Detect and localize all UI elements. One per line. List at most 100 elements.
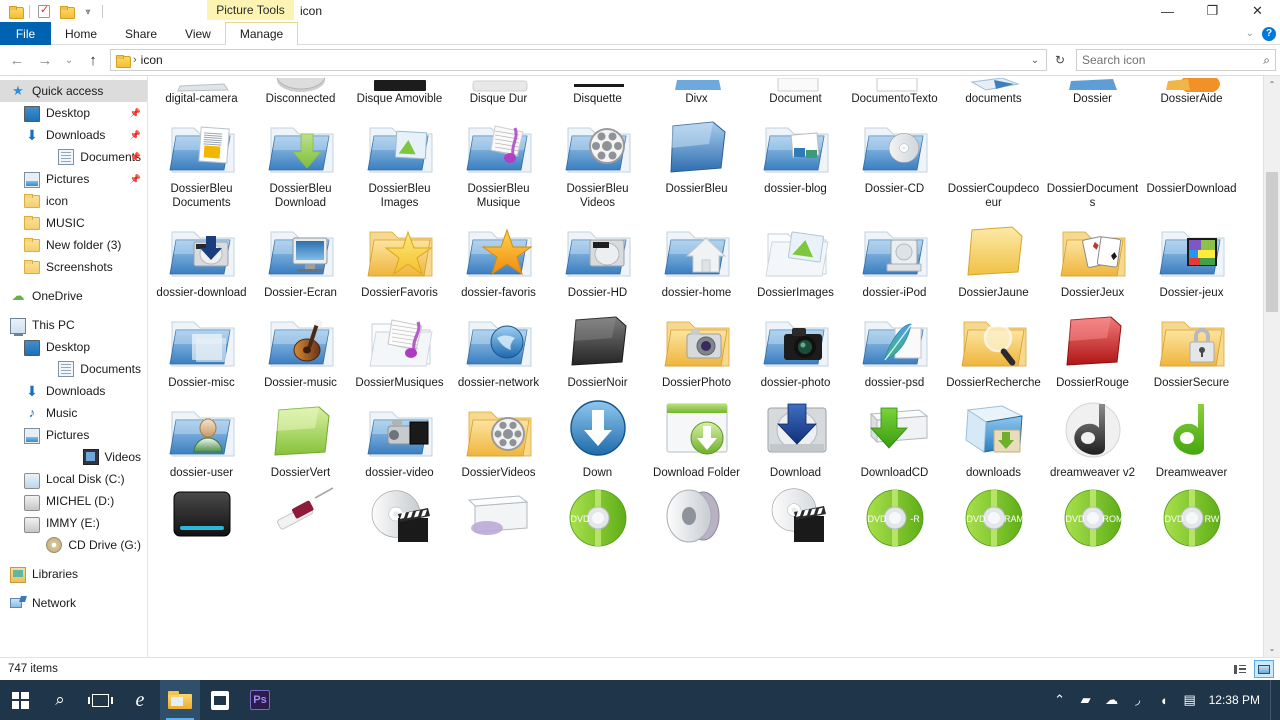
- file-item[interactable]: DossierDocuments: [1043, 106, 1142, 210]
- file-item[interactable]: Disque Dur: [449, 78, 548, 106]
- file-item[interactable]: dossier-user: [152, 390, 251, 480]
- sidebar-item-this-pc[interactable]: This PC: [0, 314, 147, 336]
- file-item[interactable]: [251, 480, 350, 575]
- file-item[interactable]: Download: [746, 390, 845, 480]
- pin-icon[interactable]: 📌: [130, 130, 141, 141]
- sidebar-item-local-disk-c[interactable]: Local Disk (C:): [0, 468, 147, 490]
- search-input[interactable]: Search icon: [1082, 53, 1263, 67]
- file-item[interactable]: dossier-home: [647, 210, 746, 300]
- store-button[interactable]: [200, 680, 240, 720]
- file-item[interactable]: DossierAide: [1142, 78, 1241, 106]
- sidebar-item-network[interactable]: Network: [0, 592, 147, 614]
- vertical-scrollbar[interactable]: ⌃ ⌄: [1263, 76, 1280, 657]
- tab-manage[interactable]: Manage: [225, 22, 298, 45]
- collapse-ribbon-caret-icon[interactable]: ⌄: [1246, 28, 1254, 39]
- file-explorer-button[interactable]: [160, 680, 200, 720]
- show-desktop-button[interactable]: [1270, 680, 1276, 720]
- search-box[interactable]: Search icon ⌕: [1076, 49, 1276, 71]
- tab-home[interactable]: Home: [51, 22, 111, 45]
- file-item[interactable]: Dossier-jeux: [1142, 210, 1241, 300]
- file-item[interactable]: DossierBleu Download: [251, 106, 350, 210]
- file-item[interactable]: [746, 480, 845, 575]
- file-item[interactable]: DossierBleu Videos: [548, 106, 647, 210]
- file-item[interactable]: DossierDownload: [1142, 106, 1241, 210]
- file-list-pane[interactable]: digital-cameraDisconnectedDisque Amovibl…: [148, 76, 1280, 657]
- action-center-icon[interactable]: ▤: [1177, 680, 1203, 720]
- file-item[interactable]: dossier-video: [350, 390, 449, 480]
- file-item[interactable]: DVDRW: [1142, 480, 1241, 575]
- file-item[interactable]: DossierJeux: [1043, 210, 1142, 300]
- sidebar-item-pictures[interactable]: Pictures: [0, 424, 147, 446]
- file-item[interactable]: DossierImages: [746, 210, 845, 300]
- qat-customize-caret-icon[interactable]: ⩔: [77, 1, 99, 21]
- forward-button[interactable]: →: [32, 47, 58, 73]
- pin-icon[interactable]: 📌: [130, 174, 141, 185]
- qat-properties-icon[interactable]: [33, 1, 55, 21]
- onedrive-icon[interactable]: ☁: [1099, 680, 1125, 720]
- file-item[interactable]: Disconnected: [251, 78, 350, 106]
- sidebar-item-downloads[interactable]: ⬇Downloads: [0, 380, 147, 402]
- file-item[interactable]: Dossier-HD: [548, 210, 647, 300]
- file-item[interactable]: DossierBleu Images: [350, 106, 449, 210]
- file-item[interactable]: DocumentoTexto: [845, 78, 944, 106]
- file-item[interactable]: DossierVert: [251, 390, 350, 480]
- file-item[interactable]: DossierBleu: [647, 106, 746, 210]
- wifi-icon[interactable]: ◞: [1125, 680, 1151, 720]
- recent-locations-button[interactable]: ⌄: [60, 47, 78, 73]
- scroll-down-button[interactable]: ⌄: [1264, 640, 1280, 657]
- file-item[interactable]: dossier-download: [152, 210, 251, 300]
- file-item[interactable]: dossier-favoris: [449, 210, 548, 300]
- file-item[interactable]: DossierJaune: [944, 210, 1043, 300]
- photoshop-button[interactable]: Ps: [240, 680, 280, 720]
- sidebar-item-videos[interactable]: Videos: [0, 446, 147, 468]
- sidebar-item-desktop[interactable]: Desktop📌: [0, 102, 147, 124]
- file-item[interactable]: Disque Amovible: [350, 78, 449, 106]
- file-item[interactable]: DossierRecherche: [944, 300, 1043, 390]
- scroll-up-button[interactable]: ⌃: [1264, 76, 1280, 93]
- sidebar-item-immy-e[interactable]: IMMY (E:): [0, 512, 147, 534]
- file-item[interactable]: [449, 480, 548, 575]
- file-item[interactable]: [350, 480, 449, 575]
- file-item[interactable]: Dossier-Ecran: [251, 210, 350, 300]
- qat-folder-icon[interactable]: [4, 1, 26, 21]
- file-item[interactable]: downloads: [944, 390, 1043, 480]
- sidebar-item-downloads[interactable]: ⬇Downloads📌: [0, 124, 147, 146]
- file-item[interactable]: Document: [746, 78, 845, 106]
- maximize-button[interactable]: ❐: [1190, 0, 1235, 22]
- file-item[interactable]: DossierNoir: [548, 300, 647, 390]
- breadcrumb-current[interactable]: icon: [141, 53, 163, 67]
- minimize-button[interactable]: —: [1145, 0, 1190, 22]
- tab-file[interactable]: File: [0, 22, 51, 45]
- file-item[interactable]: DossierMusiques: [350, 300, 449, 390]
- clock[interactable]: 12:38 PM: [1203, 680, 1270, 720]
- file-item[interactable]: DossierPhoto: [647, 300, 746, 390]
- sidebar-item-screenshots[interactable]: Screenshots: [0, 256, 147, 278]
- file-item[interactable]: digital-camera: [152, 78, 251, 106]
- sidebar-item-icon[interactable]: icon: [0, 190, 147, 212]
- file-item[interactable]: dossier-blog: [746, 106, 845, 210]
- close-button[interactable]: ✕: [1235, 0, 1280, 22]
- up-button[interactable]: ↑: [80, 47, 106, 73]
- pin-icon[interactable]: 📌: [130, 152, 141, 163]
- task-view-button[interactable]: [80, 680, 120, 720]
- file-item[interactable]: dossier-iPod: [845, 210, 944, 300]
- file-item[interactable]: DownloadCD: [845, 390, 944, 480]
- file-item[interactable]: DossierSecure: [1142, 300, 1241, 390]
- sidebar-item-pictures[interactable]: Pictures📌: [0, 168, 147, 190]
- address-dropdown-icon[interactable]: ⌄: [1026, 55, 1044, 66]
- file-item[interactable]: Dossier-CD: [845, 106, 944, 210]
- sidebar-item-quick-access[interactable]: ★Quick access: [0, 80, 147, 102]
- file-item[interactable]: Down: [548, 390, 647, 480]
- address-input[interactable]: › icon ⌄: [110, 49, 1047, 71]
- file-item[interactable]: DossierBleu Documents: [152, 106, 251, 210]
- scrollbar-thumb[interactable]: [1266, 172, 1278, 312]
- sidebar-item-documents[interactable]: Documents📌: [0, 146, 147, 168]
- file-item[interactable]: DossierBleu Musique: [449, 106, 548, 210]
- file-item[interactable]: DossierCoupdecoeur: [944, 106, 1043, 210]
- sidebar-item-libraries[interactable]: Libraries: [0, 563, 147, 585]
- sidebar-item-cd-drive-g[interactable]: CD Drive (G:): [0, 534, 147, 556]
- back-button[interactable]: ←: [4, 47, 30, 73]
- file-item[interactable]: Dreamweaver: [1142, 390, 1241, 480]
- file-item[interactable]: DossierRouge: [1043, 300, 1142, 390]
- large-icons-view-button[interactable]: [1254, 660, 1274, 678]
